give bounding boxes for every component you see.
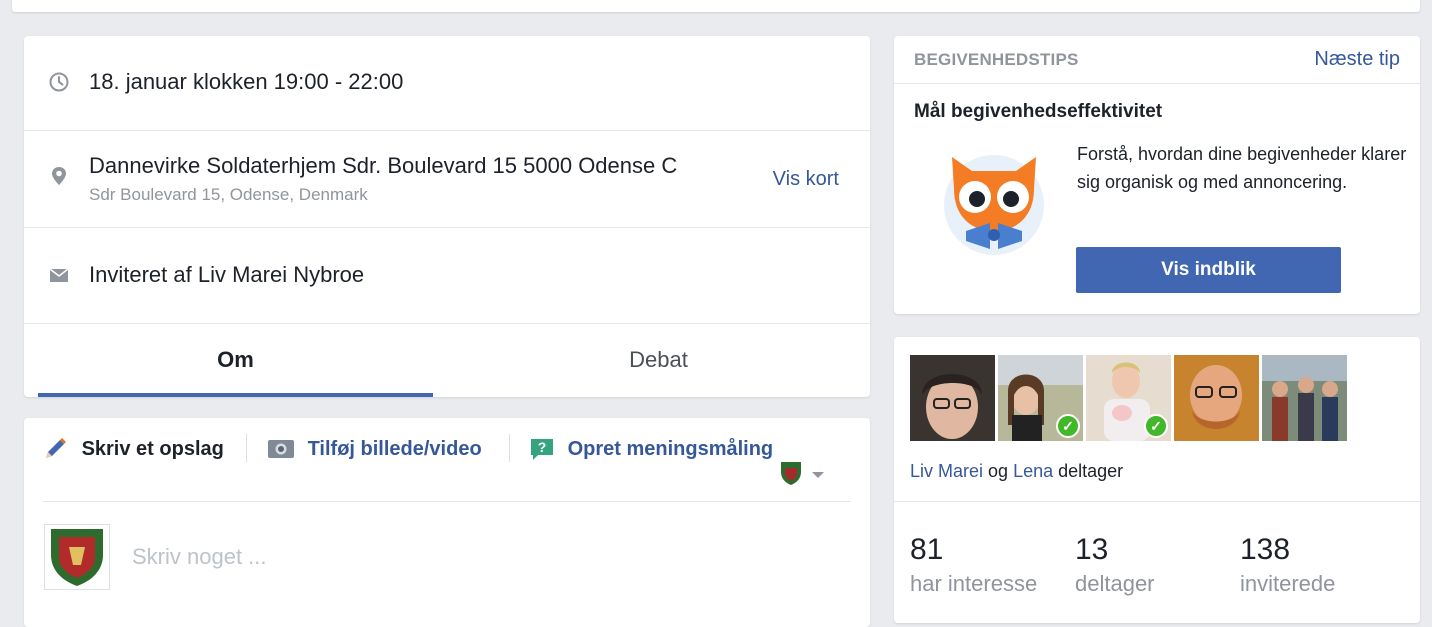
interested-label: har interesse (910, 571, 1038, 596)
event-tips-card: BEGIVENHEDSTIPS Næste tip Mål begivenhed… (894, 36, 1420, 314)
next-tip-link[interactable]: Næste tip (1314, 48, 1400, 71)
going-count: 13 (1075, 533, 1109, 566)
question-bubble-icon: ? (531, 439, 553, 460)
attendee-photo[interactable] (910, 355, 995, 441)
camera-icon (268, 440, 294, 458)
attending-suffix: deltager (1053, 461, 1124, 481)
invited-count: 138 (1240, 533, 1291, 566)
event-tabs: Om Debat (38, 324, 856, 397)
envelope-icon (49, 268, 69, 282)
event-place-row: Dannevirke Soldaterhjem Sdr. Boulevard 1… (24, 131, 870, 228)
view-insights-button[interactable]: Vis indblik (1076, 247, 1341, 293)
event-time: 18. januar klokken 19:00 - 22:00 (89, 69, 404, 94)
checkmark-icon: ✓ (1056, 414, 1080, 438)
show-map-link[interactable]: Vis kort (773, 168, 839, 191)
write-post-label: Skriv et opslag (81, 438, 224, 460)
going-stat[interactable]: 13 deltager (1075, 533, 1155, 597)
post-input[interactable]: Skriv noget ... (132, 544, 267, 570)
add-photo-video-label: Tilføj billede/video (307, 438, 482, 460)
event-place-address: Sdr Boulevard 15, Odense, Denmark (89, 185, 368, 204)
invited-label: inviterede (1240, 571, 1336, 596)
conjunction-text: og (983, 461, 1014, 481)
chevron-down-icon (812, 472, 824, 478)
event-invite-row: Inviteret af Liv Marei Nybroe (24, 228, 870, 324)
interested-count: 81 (910, 533, 944, 566)
write-post-button[interactable]: Skriv et opslag (42, 436, 224, 462)
invited-prefix: Inviteret af (89, 262, 198, 287)
add-photo-video-button[interactable]: Tilføj billede/video (266, 436, 482, 462)
page-crest-icon (781, 462, 801, 485)
attendee-photo[interactable]: ✓ (1086, 355, 1171, 441)
pencil-icon (46, 438, 66, 458)
tab-debat[interactable]: Debat (461, 324, 856, 397)
attendee-photo[interactable] (1174, 355, 1259, 441)
attendee-link[interactable]: Lena (1013, 461, 1053, 481)
separator (246, 434, 247, 462)
tab-om[interactable]: Om (38, 324, 433, 397)
tips-header-label: BEGIVENHEDSTIPS (914, 50, 1079, 69)
divider (894, 501, 1420, 502)
event-info-card: 18. januar klokken 19:00 - 22:00 Dannevi… (24, 36, 870, 397)
attendees-card: ✓ ✓ Liv Marei og Lena deltager 81 har in… (894, 337, 1420, 623)
page-crest-icon (51, 529, 103, 586)
create-poll-button[interactable]: ? Opret meningsmåling (528, 436, 773, 462)
interested-stat[interactable]: 81 har interesse (910, 533, 1037, 597)
inviter-name[interactable]: Liv Marei Nybroe (198, 262, 364, 287)
attendee-photo[interactable]: ✓ (998, 355, 1083, 441)
person-photo (1174, 355, 1259, 441)
event-time-row: 18. januar klokken 19:00 - 22:00 (24, 36, 870, 131)
attendees-summary: Liv Marei og Lena deltager (910, 461, 1123, 482)
svg-text:?: ? (538, 439, 547, 455)
top-bar (12, 0, 1420, 12)
invited-by-text: Inviteret af Liv Marei Nybroe (89, 262, 364, 288)
map-pin-icon (52, 167, 66, 185)
person-photo (910, 355, 995, 441)
owl-icon (944, 155, 1044, 255)
clock-icon (49, 72, 69, 92)
tips-header: BEGIVENHEDSTIPS Næste tip (894, 36, 1420, 84)
post-as-selector[interactable] (779, 460, 839, 488)
composer-actions: Skriv et opslag Tilføj billede/video ? O… (24, 418, 870, 502)
divider (43, 501, 851, 502)
group-photo (1262, 355, 1347, 441)
avatar[interactable] (44, 524, 110, 590)
tip-title: Mål begivenhedseffektivitet (914, 101, 1163, 122)
tip-description: Forstå, hvordan dine begivenheder klarer… (1077, 144, 1407, 192)
event-place-name[interactable]: Dannevirke Soldaterhjem Sdr. Boulevard 1… (89, 153, 677, 179)
checkmark-icon: ✓ (1144, 414, 1168, 438)
post-composer-card: Skriv et opslag Tilføj billede/video ? O… (24, 418, 870, 627)
going-label: deltager (1075, 571, 1155, 596)
attendee-link[interactable]: Liv Marei (910, 461, 983, 481)
separator (509, 434, 510, 462)
attendee-photo[interactable] (1262, 355, 1347, 441)
create-poll-label: Opret meningsmåling (567, 438, 774, 460)
invited-stat[interactable]: 138 inviterede (1240, 533, 1335, 597)
